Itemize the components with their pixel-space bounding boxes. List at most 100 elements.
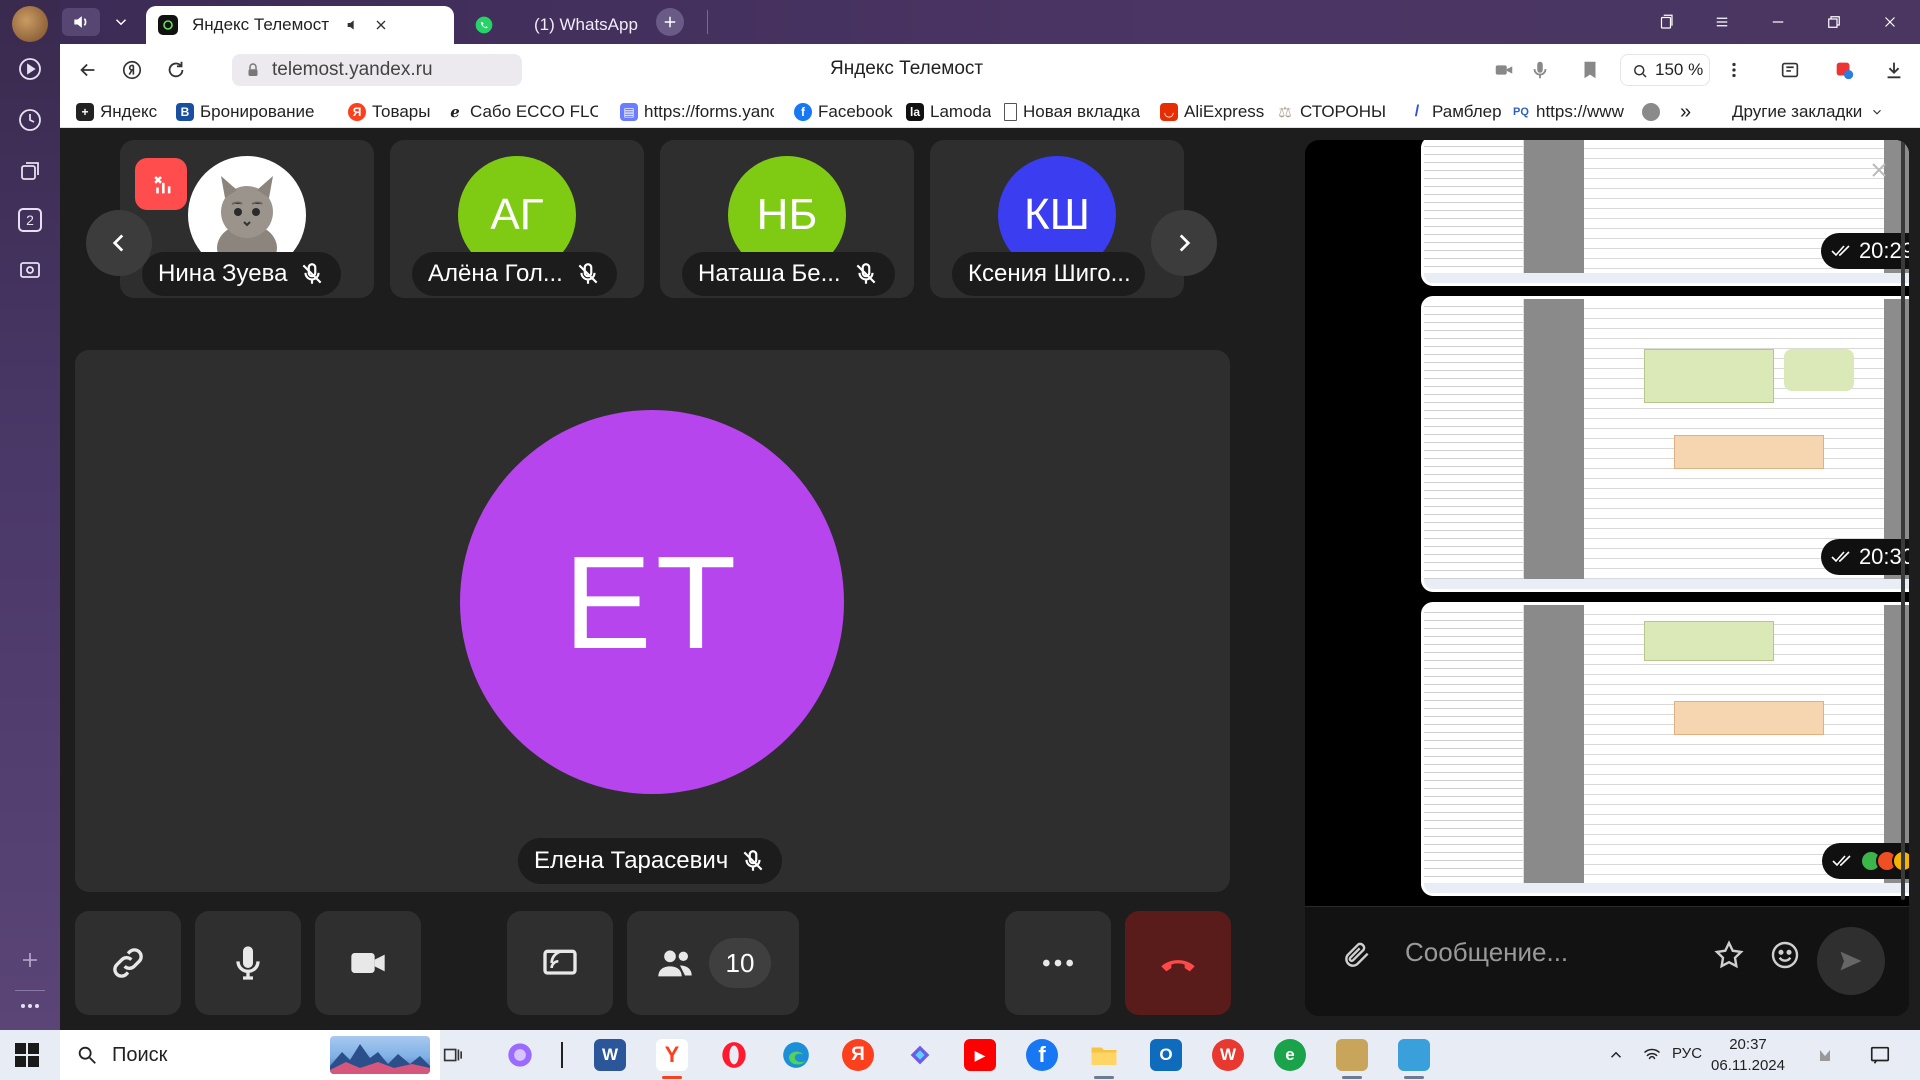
- zoom-indicator[interactable]: 150 %: [1620, 54, 1710, 86]
- close-window-icon[interactable]: [1868, 6, 1912, 38]
- network-icon[interactable]: [1636, 1039, 1668, 1071]
- bookmark-item[interactable]: f Facebook: [794, 100, 893, 124]
- prev-participants-button[interactable]: [86, 210, 152, 276]
- emoji-icon[interactable]: [1765, 935, 1805, 975]
- reading-list-icon[interactable]: [1776, 56, 1804, 84]
- yandex-icon[interactable]: Я: [842, 1039, 874, 1071]
- yandex-home-icon[interactable]: [118, 56, 146, 84]
- word-icon[interactable]: W: [594, 1039, 626, 1071]
- bookmark-item[interactable]: ⚖ СТОРОНЫ: [1276, 100, 1386, 124]
- chat-image-message[interactable]: 20:30: [1421, 296, 1909, 592]
- mic-permission-icon[interactable]: [1526, 56, 1554, 84]
- bookmark-item[interactable]: la Lamoda: [906, 100, 991, 124]
- bookmark-icon[interactable]: [1576, 56, 1604, 84]
- screenshot-icon[interactable]: [14, 255, 46, 287]
- edge-icon[interactable]: [780, 1039, 812, 1071]
- star-icon[interactable]: [1709, 935, 1749, 975]
- participants-button[interactable]: 10: [627, 911, 799, 1015]
- windows-start-icon[interactable]: [12, 1040, 42, 1070]
- bookmark-item[interactable]: ◡ AliExpress: [1160, 100, 1264, 124]
- profile-avatar[interactable]: [12, 6, 48, 42]
- alice-icon[interactable]: [504, 1039, 536, 1071]
- attach-icon[interactable]: [1337, 935, 1377, 975]
- forms-icon: ▤: [620, 103, 638, 121]
- end-call-button[interactable]: [1125, 911, 1231, 1015]
- download-icon[interactable]: [1880, 56, 1908, 84]
- youtube-icon[interactable]: ▶: [964, 1039, 996, 1071]
- close-tab-icon[interactable]: [373, 17, 389, 33]
- system-clock[interactable]: 20:37 06.11.2024: [1700, 1034, 1796, 1076]
- bookmark-item[interactable]: Я Товары: [348, 100, 430, 124]
- bookmark-item[interactable]: BБронирование от: [176, 100, 316, 124]
- reload-icon[interactable]: [162, 56, 190, 84]
- participant-card[interactable]: АГ Алёна Гол...: [390, 140, 644, 298]
- copy-link-button[interactable]: [75, 911, 181, 1015]
- opera-icon[interactable]: [718, 1039, 750, 1071]
- bookmark-item[interactable]: Новая вкладка: [1004, 100, 1140, 124]
- file-explorer-icon[interactable]: [1088, 1039, 1120, 1071]
- chat-scrollbar[interactable]: [1901, 140, 1905, 900]
- speaker-avatar: ЕТ: [460, 410, 844, 794]
- participant-card[interactable]: НБ Наташа Бе...: [660, 140, 914, 298]
- chat-image-message[interactable]: [1421, 602, 1909, 896]
- chevron-up-icon[interactable]: [1600, 1039, 1632, 1071]
- remote-desktop-icon[interactable]: [1398, 1039, 1430, 1071]
- add-panel-icon[interactable]: [14, 944, 46, 976]
- menu-icon[interactable]: [1700, 6, 1744, 38]
- extension-icon[interactable]: [1830, 56, 1858, 84]
- screen-share-button[interactable]: [507, 911, 613, 1015]
- bookmark-item[interactable]: + Яндекс: [76, 100, 157, 124]
- chat-image-message[interactable]: 20:29: [1421, 140, 1909, 286]
- wps-icon[interactable]: W: [1212, 1039, 1244, 1071]
- copilot-icon[interactable]: [904, 1039, 936, 1071]
- minimize-icon[interactable]: [1756, 6, 1800, 38]
- next-participants-button[interactable]: [1151, 210, 1217, 276]
- speaker-tile[interactable]: ЕТ Елена Тарасевич: [75, 350, 1230, 892]
- speaker-icon[interactable]: [345, 17, 361, 33]
- camera-button[interactable]: [315, 911, 421, 1015]
- participant-card[interactable]: КШ Ксения Шиго...: [930, 140, 1184, 298]
- app-rdr-icon[interactable]: [1336, 1039, 1368, 1071]
- new-tab-button[interactable]: [656, 8, 684, 36]
- tab-counter-icon[interactable]: 2: [14, 204, 46, 236]
- bookmark-item[interactable]: [1642, 100, 1666, 124]
- video-camera-icon: [351, 953, 385, 973]
- message-input[interactable]: Сообщение...: [1405, 937, 1568, 968]
- more-vertical-icon[interactable]: [1720, 56, 1748, 84]
- back-icon[interactable]: [74, 56, 102, 84]
- bookmarks-panel-icon[interactable]: [1644, 6, 1688, 38]
- lock-icon[interactable]: [244, 61, 262, 79]
- message-reactions[interactable]: [1822, 843, 1909, 879]
- send-button[interactable]: [1817, 927, 1885, 995]
- double-check-icon: [1832, 855, 1851, 867]
- more-bookmarks-button[interactable]: »: [1680, 100, 1691, 124]
- other-bookmarks[interactable]: Другие закладки: [1732, 100, 1884, 124]
- input-language[interactable]: РУС: [1672, 1045, 1702, 1062]
- notifications-icon[interactable]: [1864, 1039, 1896, 1071]
- taskbar-search[interactable]: Поиск: [60, 1030, 440, 1080]
- history-icon[interactable]: [14, 104, 46, 136]
- close-chat-button[interactable]: [1859, 150, 1899, 190]
- collections-icon[interactable]: [14, 155, 46, 187]
- tab-audio-icon[interactable]: [62, 8, 100, 36]
- more-options-button[interactable]: [1005, 911, 1111, 1015]
- camera-permission-icon[interactable]: [1490, 56, 1518, 84]
- excel-online-icon[interactable]: e: [1274, 1039, 1306, 1071]
- facebook-icon[interactable]: f: [1026, 1039, 1058, 1071]
- copilot-tray-icon[interactable]: [1812, 1039, 1844, 1071]
- bookmark-item[interactable]: PQ https://www: [1512, 100, 1640, 124]
- more-icon[interactable]: [14, 990, 46, 1022]
- yandex-browser-icon[interactable]: Y: [656, 1039, 688, 1071]
- play-icon[interactable]: [14, 53, 46, 85]
- bookmark-item[interactable]: / Рамблер: [1408, 100, 1502, 124]
- bookmark-item[interactable]: ▤ https://forms.yanc: [620, 100, 774, 124]
- outlook-icon[interactable]: O: [1150, 1039, 1182, 1071]
- address-bar: telemost.yandex.ru Яндекс Телемост 150 %: [60, 44, 1920, 96]
- restore-icon[interactable]: [1812, 6, 1856, 38]
- microphone-button[interactable]: [195, 911, 301, 1015]
- tab-telemost[interactable]: Яндекс Телемост: [146, 6, 454, 44]
- task-view-icon[interactable]: [436, 1039, 468, 1071]
- bookmark-item[interactable]: ℯСабо ECCO FLOW: [446, 100, 598, 124]
- url-field[interactable]: telemost.yandex.ru: [232, 54, 522, 86]
- chevron-down-icon[interactable]: [104, 8, 138, 36]
